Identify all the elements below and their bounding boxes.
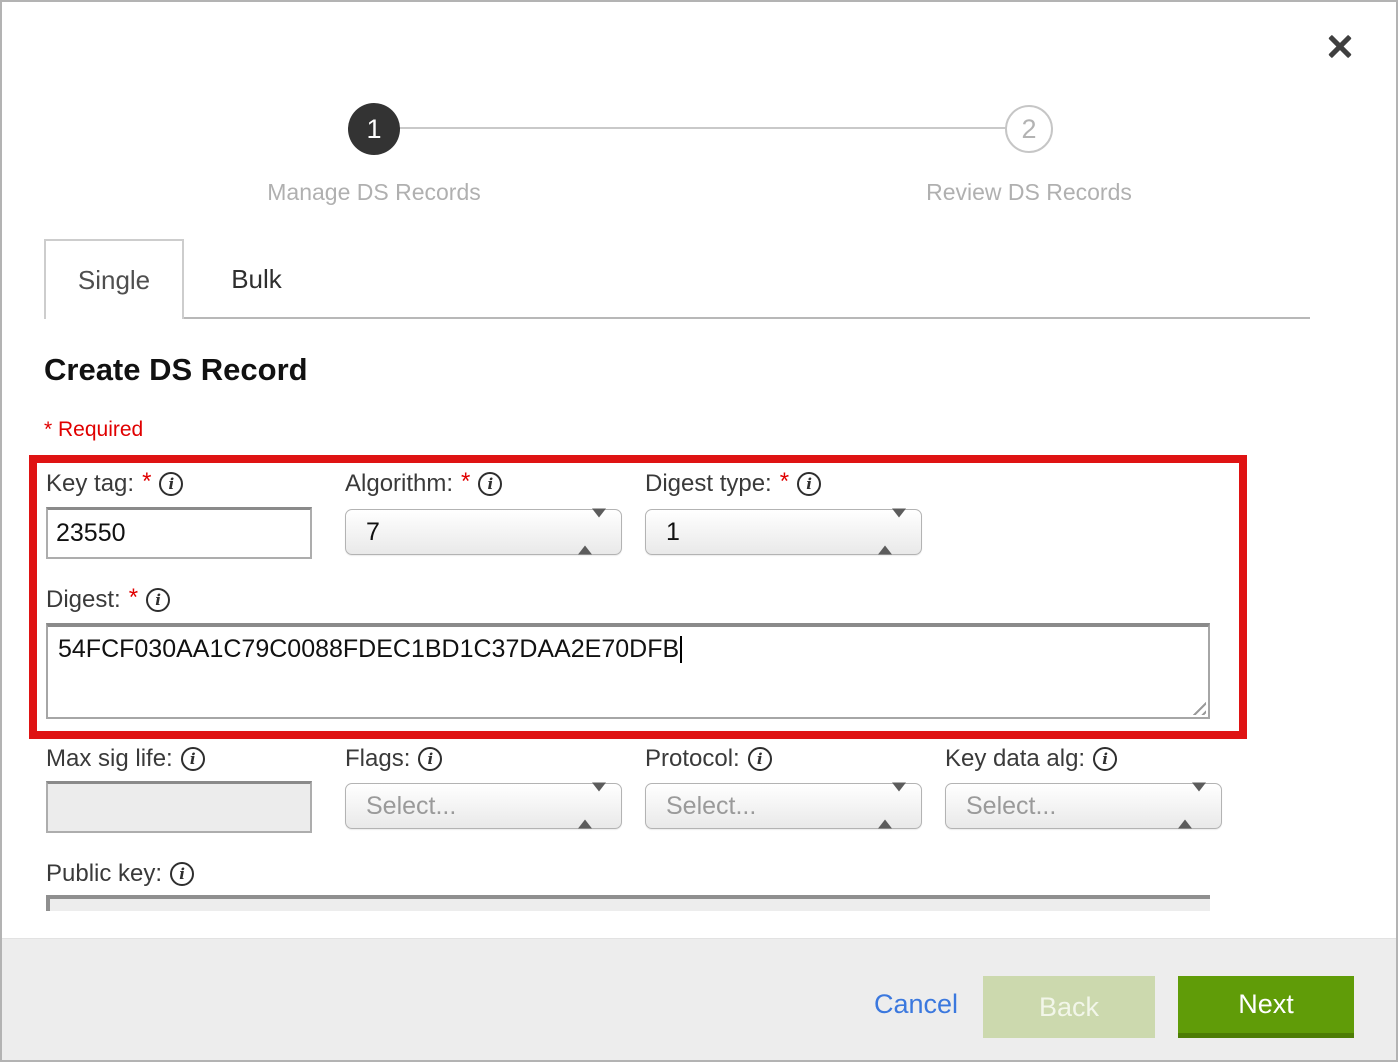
step-2-label: Review DS Records xyxy=(829,179,1229,206)
digest-label: Digest: * i xyxy=(46,586,170,614)
info-icon[interactable]: i xyxy=(748,747,772,771)
algorithm-label: Algorithm: * i xyxy=(345,470,502,498)
public-key-label: Public key: i xyxy=(46,860,194,888)
back-button[interactable]: Back xyxy=(983,976,1155,1038)
spinner-arrows-icon xyxy=(1178,792,1206,821)
step-1-label: Manage DS Records xyxy=(174,179,574,206)
required-note: * Required xyxy=(44,418,143,442)
required-asterisk: * xyxy=(129,584,138,612)
info-icon[interactable]: i xyxy=(478,472,502,496)
key-data-alg-select-placeholder: Select... xyxy=(966,792,1056,821)
max-sig-life-label: Max sig life: i xyxy=(46,745,205,773)
digest-value: 54FCF030AA1C79C0088FDEC1BD1C37DAA2E70DFB xyxy=(58,635,679,663)
next-button-label: Next xyxy=(1238,989,1294,1020)
step-1-number: 1 xyxy=(366,114,381,145)
tab-single[interactable]: Single xyxy=(44,239,184,319)
info-icon[interactable]: i xyxy=(159,472,183,496)
info-icon[interactable]: i xyxy=(146,588,170,612)
digest-type-label: Digest type: * i xyxy=(645,470,821,498)
tab-single-label: Single xyxy=(78,265,150,296)
info-icon[interactable]: i xyxy=(418,747,442,771)
page-title: Create DS Record xyxy=(44,352,308,388)
flags-select[interactable]: Select... xyxy=(345,783,622,829)
step-2-circle: 2 xyxy=(1005,105,1053,153)
create-ds-record-modal: 1 2 Manage DS Records Review DS Records … xyxy=(0,0,1398,1062)
algorithm-select[interactable]: 7 xyxy=(345,509,622,555)
back-button-label: Back xyxy=(1039,992,1099,1023)
flags-select-placeholder: Select... xyxy=(366,792,456,821)
required-asterisk: * xyxy=(461,468,470,496)
digest-textarea[interactable]: 54FCF030AA1C79C0088FDEC1BD1C37DAA2E70DFB xyxy=(46,623,1210,719)
key-data-alg-label: Key data alg: i xyxy=(945,745,1117,773)
key-data-alg-select[interactable]: Select... xyxy=(945,783,1222,829)
required-asterisk: * xyxy=(780,468,789,496)
resize-grip-icon[interactable] xyxy=(1191,700,1206,715)
spinner-arrows-icon xyxy=(878,518,906,547)
tab-bulk[interactable]: Bulk xyxy=(184,239,329,319)
next-button[interactable]: Next xyxy=(1178,976,1354,1038)
close-icon[interactable] xyxy=(1326,32,1354,60)
max-sig-life-input[interactable] xyxy=(46,781,312,833)
cancel-link[interactable]: Cancel xyxy=(874,989,958,1020)
digest-type-select[interactable]: 1 xyxy=(645,509,922,555)
tab-bulk-label: Bulk xyxy=(231,264,282,295)
digest-type-select-value: 1 xyxy=(666,518,680,547)
text-cursor xyxy=(680,636,682,663)
required-asterisk: * xyxy=(142,468,151,496)
step-1-circle: 1 xyxy=(348,103,400,155)
protocol-select-placeholder: Select... xyxy=(666,792,756,821)
key-tag-input[interactable] xyxy=(46,507,312,559)
info-icon[interactable]: i xyxy=(181,747,205,771)
key-tag-label: Key tag: * i xyxy=(46,470,183,498)
algorithm-select-value: 7 xyxy=(366,518,380,547)
modal-footer: Cancel Back Next xyxy=(2,938,1396,1060)
protocol-select[interactable]: Select... xyxy=(645,783,922,829)
stepper-connector-line xyxy=(398,127,1007,129)
info-icon[interactable]: i xyxy=(797,472,821,496)
info-icon[interactable]: i xyxy=(170,862,194,886)
public-key-textarea[interactable] xyxy=(46,895,1210,911)
spinner-arrows-icon xyxy=(578,792,606,821)
flags-label: Flags: i xyxy=(345,745,442,773)
step-2-number: 2 xyxy=(1021,114,1036,145)
info-icon[interactable]: i xyxy=(1093,747,1117,771)
protocol-label: Protocol: i xyxy=(645,745,772,773)
spinner-arrows-icon xyxy=(578,518,606,547)
spinner-arrows-icon xyxy=(878,792,906,821)
